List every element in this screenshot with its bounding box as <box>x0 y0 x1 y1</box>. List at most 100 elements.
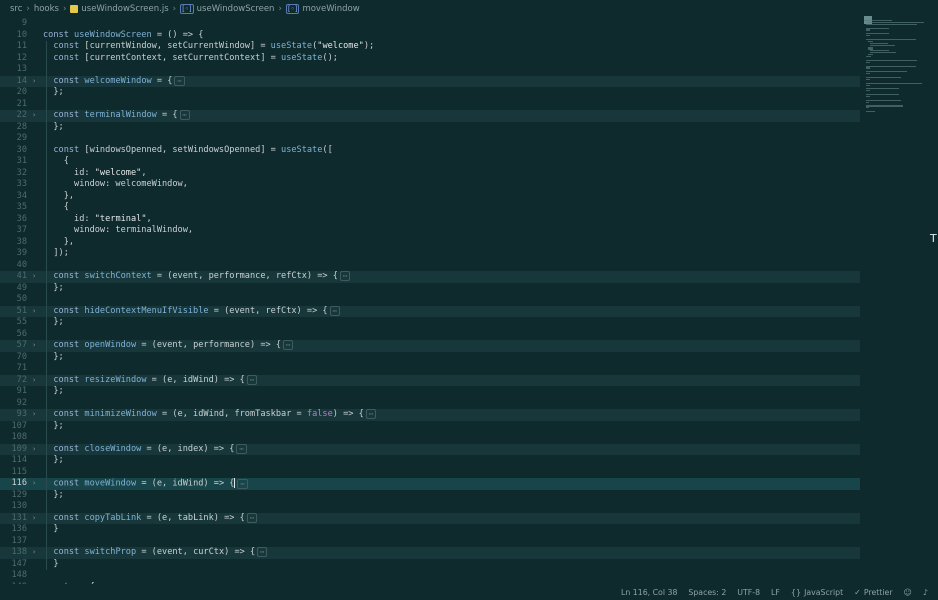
code-line[interactable]: 138 › const switchProp = (event, curCtx) … <box>0 547 860 559</box>
breadcrumb-hooks[interactable]: hooks <box>34 4 59 14</box>
fold-chevron-icon[interactable]: › <box>32 110 40 122</box>
check-double-icon: ✓ <box>854 587 861 597</box>
code-line[interactable]: 10 const useWindowScreen = () => { <box>0 30 860 42</box>
line-number: 41 <box>16 271 27 281</box>
code-line[interactable]: 12 const [currentContext, setCurrentCont… <box>0 53 860 65</box>
code-line[interactable]: 57 › const openWindow = (event, performan… <box>0 340 860 352</box>
code-line[interactable]: 38 }, <box>0 237 860 249</box>
code-line[interactable]: 116 › const moveWindow = (e, idWind) => {… <box>0 478 860 490</box>
braces-icon: {} <box>790 587 802 597</box>
fold-chevron-icon[interactable]: › <box>32 306 40 318</box>
folded-ellipsis-icon[interactable]: ⋯ <box>246 374 258 385</box>
folded-ellipsis-icon[interactable]: ⋯ <box>236 443 247 454</box>
code-line[interactable]: 37 window: terminalWindow, <box>0 225 860 237</box>
folded-ellipsis-icon[interactable]: ⋯ <box>179 110 190 120</box>
code-line[interactable]: 20 }; <box>0 87 860 99</box>
code-line[interactable]: 137 <box>0 536 860 548</box>
scrollbar-marker[interactable]: T <box>930 232 938 246</box>
fold-chevron-icon[interactable]: › <box>32 271 40 283</box>
code-line[interactable]: 39 ]); <box>0 248 860 260</box>
indentation-setting[interactable]: Spaces: 2 <box>688 588 726 597</box>
line-number: 49 <box>16 282 27 293</box>
code-line[interactable]: 147 } <box>0 559 860 571</box>
code-line[interactable]: 108 <box>0 432 860 444</box>
fold-chevron-icon[interactable]: › <box>32 76 40 88</box>
code-line[interactable]: 70 }; <box>0 352 860 364</box>
cursor-position[interactable]: Ln 116, Col 38 <box>621 588 677 597</box>
code-line[interactable]: 107 }; <box>0 421 860 433</box>
breadcrumb-symbol-move[interactable]: [◦] moveWindow <box>285 4 360 14</box>
code-line[interactable]: 36 id: "terminal", <box>0 214 860 226</box>
code-editor[interactable]: 9 10 const useWindowScreen = () => {11 con… <box>0 18 860 584</box>
code-line[interactable]: 136 } <box>0 524 860 536</box>
fold-chevron-icon[interactable]: › <box>32 375 40 387</box>
fold-chevron-icon[interactable]: › <box>32 478 40 490</box>
folded-ellipsis-icon[interactable]: ⋯ <box>339 271 351 281</box>
code-line[interactable]: 56 <box>0 329 860 341</box>
folded-ellipsis-icon[interactable]: ⋯ <box>257 547 268 557</box>
code-line[interactable]: 21 <box>0 99 860 111</box>
folded-ellipsis-icon[interactable]: ⋯ <box>246 512 258 523</box>
code-line[interactable]: 71 <box>0 363 860 375</box>
code-line[interactable]: 91 }; <box>0 386 860 398</box>
folded-ellipsis-icon[interactable]: ⋯ <box>237 478 248 489</box>
code-line[interactable]: 130 <box>0 501 860 513</box>
code-text: const [currentContext, setCurrentContext… <box>43 53 338 65</box>
folded-ellipsis-icon[interactable]: ⋯ <box>329 305 340 316</box>
encoding-setting[interactable]: UTF-8 <box>737 588 760 597</box>
code-line[interactable]: 14 › const welcomeWindow = {⋯ <box>0 75 860 88</box>
code-line[interactable]: 41 › const switchContext = (event, perfor… <box>0 271 860 283</box>
code-line[interactable]: 129 }; <box>0 490 860 502</box>
notifications-button[interactable]: ♪ <box>923 588 928 597</box>
code-line[interactable]: 93 › const minimizeWindow = (e, idWind, f… <box>0 409 860 421</box>
code-line[interactable]: 50 <box>0 294 860 306</box>
code-line[interactable]: 22 › const terminalWindow = {⋯ <box>0 110 860 122</box>
fold-chevron-icon[interactable]: › <box>32 340 40 352</box>
code-line[interactable]: 34 }, <box>0 191 860 203</box>
feedback-button[interactable]: ☺ <box>904 588 912 597</box>
code-token: switchContext <box>84 271 152 281</box>
minimap[interactable] <box>860 14 938 114</box>
folded-ellipsis-icon[interactable]: ⋯ <box>365 409 377 419</box>
chevron-right-icon: › <box>172 4 177 14</box>
code-line[interactable]: 35 { <box>0 202 860 214</box>
fold-chevron-icon[interactable]: › <box>32 444 40 456</box>
code-token: window: welcomeWindow, <box>43 179 188 189</box>
code-line[interactable]: 115 <box>0 467 860 479</box>
breadcrumb-src[interactable]: src <box>10 4 22 14</box>
code-token: const <box>43 144 85 155</box>
breadcrumb-symbol-hook[interactable]: [◦] useWindowScreen <box>180 4 274 14</box>
end-of-line-setting[interactable]: LF <box>771 588 780 597</box>
code-line[interactable]: 28 }; <box>0 122 860 134</box>
language-mode[interactable]: {} JavaScript <box>791 588 843 597</box>
folded-ellipsis-icon[interactable]: ⋯ <box>283 340 294 350</box>
code-line[interactable]: 13 <box>0 64 860 76</box>
code-line[interactable]: 148 <box>0 570 860 582</box>
code-line[interactable]: 32 id: "welcome", <box>0 168 860 180</box>
code-line[interactable]: 109 › const closeWindow = (e, index) => {… <box>0 443 860 456</box>
code-line[interactable]: 30 const [windowsOpenned, setWindowsOpen… <box>0 145 860 157</box>
folded-ellipsis-icon[interactable]: ⋯ <box>174 75 185 86</box>
minimap-line <box>866 105 903 107</box>
code-line[interactable]: 49 }; <box>0 283 860 295</box>
line-number: 72 <box>16 374 27 385</box>
code-line[interactable]: 114 }; <box>0 455 860 467</box>
fold-chevron-icon[interactable]: › <box>32 547 40 559</box>
code-line[interactable]: 9 <box>0 18 860 30</box>
line-number: 109 <box>11 443 27 454</box>
code-line[interactable]: 31 { <box>0 156 860 168</box>
code-line[interactable]: 55 }; <box>0 317 860 329</box>
breadcrumb-file[interactable]: useWindowScreen.js <box>70 4 169 14</box>
code-line[interactable]: 29 <box>0 133 860 145</box>
code-line[interactable]: 40 <box>0 260 860 272</box>
code-line[interactable]: 92 <box>0 398 860 410</box>
code-token: [currentWindow, setCurrentWindow] = <box>84 41 271 51</box>
fold-chevron-icon[interactable]: › <box>32 409 40 421</box>
code-line[interactable]: 72 › const resizeWindow = (e, idWind) => … <box>0 374 860 387</box>
fold-chevron-icon[interactable]: › <box>32 513 40 525</box>
code-line[interactable]: 51 › const hideContextMenuIfVisible = (ev… <box>0 305 860 318</box>
code-line[interactable]: 131 › const copyTabLink = (e, tabLink) =>… <box>0 512 860 525</box>
code-line[interactable]: 11 const [currentWindow, setCurrentWindo… <box>0 41 860 53</box>
prettier-status[interactable]: ✓ Prettier <box>854 588 892 597</box>
code-line[interactable]: 33 window: welcomeWindow, <box>0 179 860 191</box>
